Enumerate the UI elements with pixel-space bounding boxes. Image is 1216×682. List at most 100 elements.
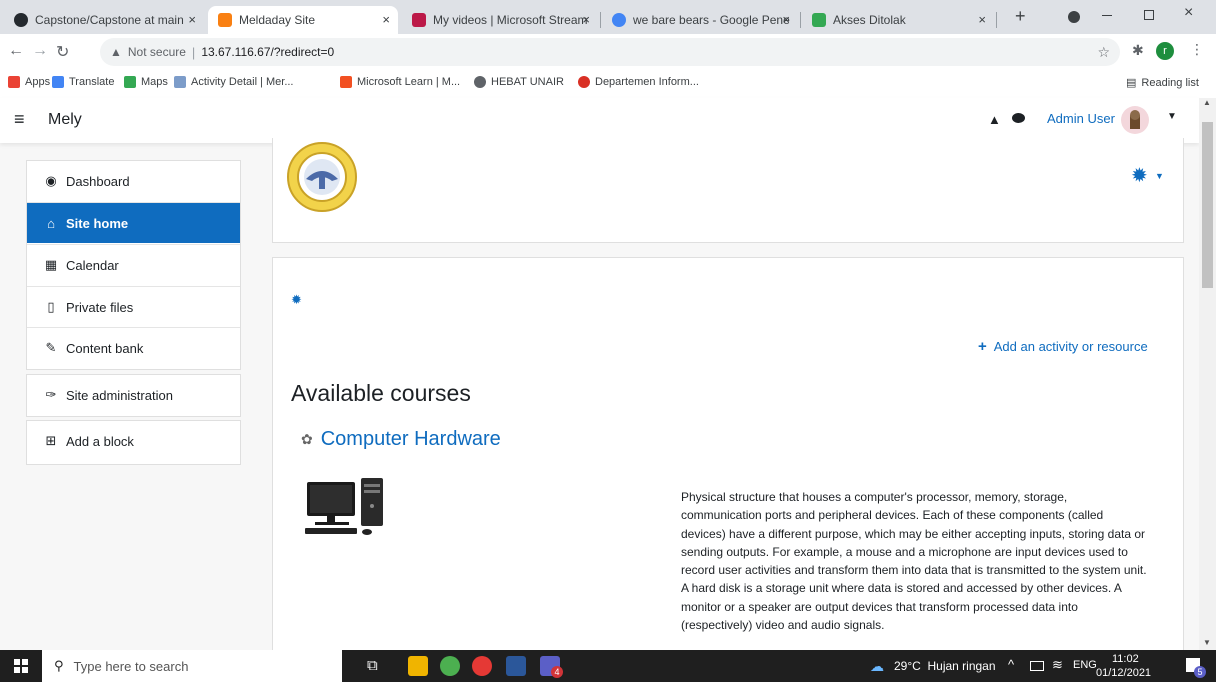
sidebar-item-label: Site home <box>66 215 129 231</box>
maps-icon <box>124 76 136 88</box>
course-name-link[interactable]: Computer Hardware <box>321 428 501 451</box>
clock-date[interactable]: 01/12/2021 <box>1096 667 1151 679</box>
site-logo <box>286 141 358 216</box>
home-icon: ⌂ <box>47 215 55 231</box>
omnibox[interactable]: ▲ Not secure | 13.67.116.67/?redirect=0 … <box>100 38 1120 66</box>
avatar[interactable] <box>1121 106 1149 134</box>
scrollbar-thumb[interactable] <box>1202 122 1213 288</box>
bookmark-label: Maps <box>141 76 168 88</box>
extensions-icon[interactable]: ✱ <box>1132 42 1144 59</box>
taskbar-search-box[interactable]: ⚲ Type here to search <box>42 650 342 682</box>
clock-time[interactable]: 11:02 <box>1112 653 1139 665</box>
sidebar-item-dashboard[interactable]: ◉ Dashboard <box>27 161 240 201</box>
bookmark-label: Activity Detail | Mer... <box>191 76 294 88</box>
search-placeholder: Type here to search <box>73 658 189 674</box>
bookmark-label: Translate <box>69 76 115 88</box>
search-icon: ⚲ <box>54 658 64 673</box>
menu-kebab-icon[interactable]: ⋮ <box>1190 41 1204 58</box>
language-indicator[interactable]: ENG <box>1073 659 1097 671</box>
bookmark-label: HEBAT UNAIR <box>491 76 564 88</box>
close-tab-icon[interactable]: × <box>978 12 986 27</box>
warning-icon: ▲ <box>110 45 122 59</box>
restore-button[interactable] <box>1144 10 1154 20</box>
gear-icon[interactable]: ✹ <box>1131 163 1148 188</box>
close-tab-icon[interactable]: × <box>382 12 390 27</box>
wrench-icon: ✑ <box>45 387 57 402</box>
browser-tab[interactable]: Akses Ditolak × <box>802 6 994 34</box>
bookmark-item[interactable]: Apps <box>8 76 50 88</box>
unair-icon <box>474 76 486 88</box>
browser-tab[interactable]: we bare bears - Google Pene × <box>602 6 798 34</box>
battery-icon[interactable] <box>1030 661 1044 671</box>
bookmark-item[interactable]: Microsoft Learn | M... <box>340 76 460 88</box>
new-tab-button[interactable]: + <box>1015 6 1026 27</box>
sidebar-item-site-home[interactable]: ⌂ Site home <box>27 202 240 243</box>
minimize-button[interactable] <box>1102 15 1112 16</box>
edit-settings-gear-icon[interactable]: ✹ <box>291 292 302 308</box>
back-arrow-icon[interactable]: ← <box>8 42 24 60</box>
close-tab-icon[interactable]: × <box>582 12 590 27</box>
word-icon[interactable] <box>506 656 526 676</box>
google-icon <box>612 13 626 27</box>
chat-bubble-icon[interactable] <box>1012 113 1025 123</box>
activity-icon <box>174 76 186 88</box>
browser-tab[interactable]: My videos | Microsoft Stream × <box>402 6 598 34</box>
course-title[interactable]: ✿ Computer Hardware <box>301 428 501 451</box>
user-name[interactable]: Admin User <box>1047 111 1115 126</box>
sidebar-item-label: Private files <box>66 299 134 315</box>
bookmark-item[interactable]: Activity Detail | Mer... <box>174 76 294 88</box>
bookmark-star-icon[interactable]: ☆ <box>1097 44 1110 61</box>
notification-badge: 5 <box>1194 666 1206 678</box>
chrome-icon[interactable] <box>440 656 460 676</box>
apps-grid-icon <box>8 76 20 88</box>
scroll-up-arrow-icon[interactable]: ▲ <box>1203 98 1211 107</box>
tab-title: we bare bears - Google Pene <box>633 13 790 27</box>
weather-cloud-icon[interactable]: ☁ <box>870 658 884 675</box>
add-block-button[interactable]: ⊞ Add a block <box>27 421 240 461</box>
profile-avatar[interactable]: r <box>1156 42 1174 60</box>
course-image <box>305 476 389 541</box>
forward-arrow-icon[interactable]: → <box>32 42 48 60</box>
bell-icon[interactable]: ▲ <box>988 112 1001 127</box>
available-courses-heading: Available courses <box>291 380 471 406</box>
chrome-profile-icon[interactable] <box>472 656 492 676</box>
microsoft-icon <box>340 76 352 88</box>
browser-tab[interactable]: Capstone/Capstone at main × <box>4 6 204 34</box>
add-activity-link[interactable]: + Add an activity or resource <box>978 338 1148 355</box>
close-tab-icon[interactable]: × <box>188 12 196 27</box>
sidebar-item-content-bank[interactable]: ✎ Content bank <box>27 327 240 368</box>
sidebar-item-private-files[interactable]: ▯ Private files <box>27 286 240 327</box>
chevron-down-icon[interactable]: ▼ <box>1155 171 1164 181</box>
site-name[interactable]: Mely <box>48 111 82 129</box>
add-activity-label[interactable]: Add an activity or resource <box>994 339 1148 354</box>
hamburger-menu-icon[interactable]: ≡ <box>14 109 25 130</box>
windows-start-icon[interactable] <box>14 659 28 673</box>
url-text[interactable]: 13.67.116.67/?redirect=0 <box>201 45 334 59</box>
scroll-down-arrow-icon[interactable]: ▼ <box>1203 638 1211 647</box>
bookmark-item[interactable]: Maps <box>124 76 168 88</box>
wifi-icon[interactable]: ≋ <box>1052 657 1063 673</box>
tab-title: Akses Ditolak <box>833 13 906 27</box>
task-view-icon[interactable]: ⧉ <box>367 657 378 674</box>
browser-tab-active[interactable]: Meldaday Site × <box>208 6 398 34</box>
weather-text[interactable]: 29°C Hujan ringan <box>894 659 996 673</box>
calendar-icon: ▦ <box>44 257 58 272</box>
bookmark-item[interactable]: Translate <box>52 76 114 88</box>
chevron-up-icon[interactable]: ^ <box>1008 657 1014 672</box>
reload-icon[interactable]: ↻ <box>56 42 69 62</box>
chevron-down-icon[interactable]: ▼ <box>1167 111 1177 122</box>
file-explorer-icon[interactable] <box>408 656 428 676</box>
sidebar-item-calendar[interactable]: ▦ Calendar <box>27 244 240 285</box>
nav-drawer-admin: ✑ Site administration <box>26 374 241 417</box>
main-content-card: ✹ + Add an activity or resource Availabl… <box>272 257 1184 659</box>
bookmark-item[interactable]: Departemen Inform... <box>578 76 699 88</box>
sidebar-item-site-administration[interactable]: ✑ Site administration <box>27 375 240 415</box>
reading-list-button[interactable]: ▤ Reading list <box>1126 76 1199 90</box>
close-window-button[interactable]: × <box>1184 4 1193 22</box>
windows-taskbar: ⚲ Type here to search ⧉ 4 ☁ 29°C Hujan r… <box>0 650 1216 682</box>
close-tab-icon[interactable]: × <box>782 12 790 27</box>
tab-search-icon[interactable] <box>1068 11 1080 23</box>
bookmark-item[interactable]: HEBAT UNAIR <box>474 76 564 88</box>
file-icon: ▯ <box>47 299 55 314</box>
bookmarks-bar: Apps Translate Maps Activity Detail | Me… <box>0 71 1216 99</box>
